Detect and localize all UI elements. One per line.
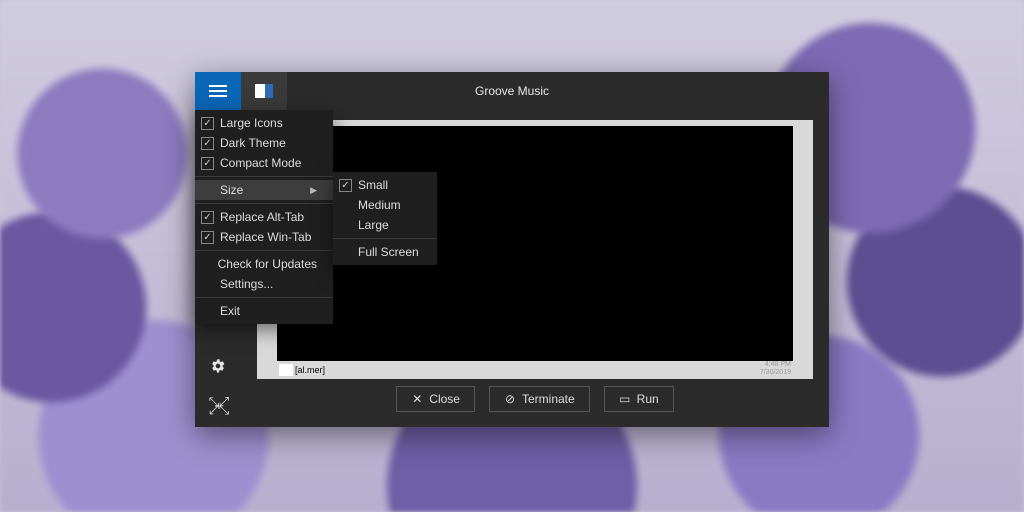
menu-separator (195, 203, 333, 204)
view-toggle-button[interactable] (241, 72, 287, 110)
close-label: Close (429, 392, 460, 406)
hamburger-menu: ✓ Large Icons ✓ Dark Theme ✓ Compact Mod… (195, 110, 333, 324)
menu-label: Compact Mode (220, 156, 301, 170)
menu-label: Small (358, 178, 388, 192)
titlebar: Groove Music (195, 72, 829, 110)
menu-separator (195, 176, 333, 177)
menu-label: Replace Alt-Tab (220, 210, 304, 224)
menu-label: Settings... (220, 277, 273, 291)
menu-separator (195, 297, 333, 298)
terminate-icon: ⊘ (504, 393, 516, 405)
size-submenu: ✓ Small Medium Large Full Screen (333, 172, 437, 265)
checkbox-spacer (339, 246, 352, 259)
run-icon: ▭ (619, 393, 631, 405)
checkbox-checked-icon: ✓ (201, 117, 214, 130)
menu-label: Size (220, 183, 243, 197)
menu-label: Full Screen (358, 245, 419, 259)
footer-buttons: ✕ Close ⊘ Terminate ▭ Run (257, 379, 813, 419)
checkbox-spacer (339, 219, 352, 232)
preview-clock: 4:48 PM7/30/2019 (760, 361, 791, 377)
hamburger-icon (209, 90, 227, 92)
close-button[interactable]: ✕ Close (396, 386, 475, 412)
checkbox-spacer (201, 305, 214, 318)
menu-separator (333, 238, 437, 239)
settings-button[interactable] (203, 351, 233, 381)
checkbox-spacer (339, 199, 352, 212)
checkbox-checked-icon: ✓ (201, 157, 214, 170)
menu-label: Medium (358, 198, 401, 212)
menu-item-size[interactable]: Size ▶ (195, 180, 333, 200)
menu-item-compact-mode[interactable]: ✓ Compact Mode (195, 153, 333, 173)
menu-label: Exit (220, 304, 240, 318)
menu-label: Replace Win-Tab (220, 230, 311, 244)
fullscreen-button[interactable]: ⤡ ⤢⤢ ⤡ (203, 391, 233, 421)
checkbox-spacer (201, 258, 212, 271)
menu-separator (195, 250, 333, 251)
checkbox-checked-icon: ✓ (339, 179, 352, 192)
menu-label: Large (358, 218, 389, 232)
menu-item-large-icons[interactable]: ✓ Large Icons (195, 113, 333, 133)
view-icon (255, 84, 273, 98)
submenu-item-full-screen[interactable]: Full Screen (333, 242, 437, 262)
submenu-item-medium[interactable]: Medium (333, 195, 437, 215)
gear-icon (210, 358, 226, 374)
terminate-label: Terminate (522, 392, 575, 406)
menu-item-exit[interactable]: Exit (195, 301, 333, 321)
checkbox-spacer (201, 278, 214, 291)
window-title: Groove Music (195, 84, 829, 98)
menu-item-dark-theme[interactable]: ✓ Dark Theme (195, 133, 333, 153)
menu-label: Check for Updates (218, 257, 317, 271)
checkbox-checked-icon: ✓ (201, 211, 214, 224)
preview-taskbar-thumb (279, 364, 293, 376)
submenu-arrow-icon: ▶ (290, 185, 317, 196)
run-label: Run (637, 392, 659, 406)
terminate-button[interactable]: ⊘ Terminate (489, 386, 590, 412)
checkbox-spacer (201, 184, 214, 197)
checkbox-checked-icon: ✓ (201, 137, 214, 150)
menu-label: Large Icons (220, 116, 283, 130)
menu-item-replace-win-tab[interactable]: ✓ Replace Win-Tab (195, 227, 333, 247)
expand-icon: ⤡ ⤢⤢ ⤡ (209, 398, 227, 414)
checkbox-checked-icon: ✓ (201, 231, 214, 244)
run-button[interactable]: ▭ Run (604, 386, 674, 412)
close-icon: ✕ (411, 393, 423, 405)
menu-item-replace-alt-tab[interactable]: ✓ Replace Alt-Tab (195, 207, 333, 227)
menu-item-settings[interactable]: Settings... (195, 274, 333, 294)
menu-item-check-updates[interactable]: Check for Updates (195, 254, 333, 274)
menu-label: Dark Theme (220, 136, 286, 150)
submenu-item-small[interactable]: ✓ Small (333, 175, 437, 195)
hamburger-menu-button[interactable] (195, 72, 241, 110)
preview-caption: [al.mer] (295, 365, 325, 375)
submenu-item-large[interactable]: Large (333, 215, 437, 235)
